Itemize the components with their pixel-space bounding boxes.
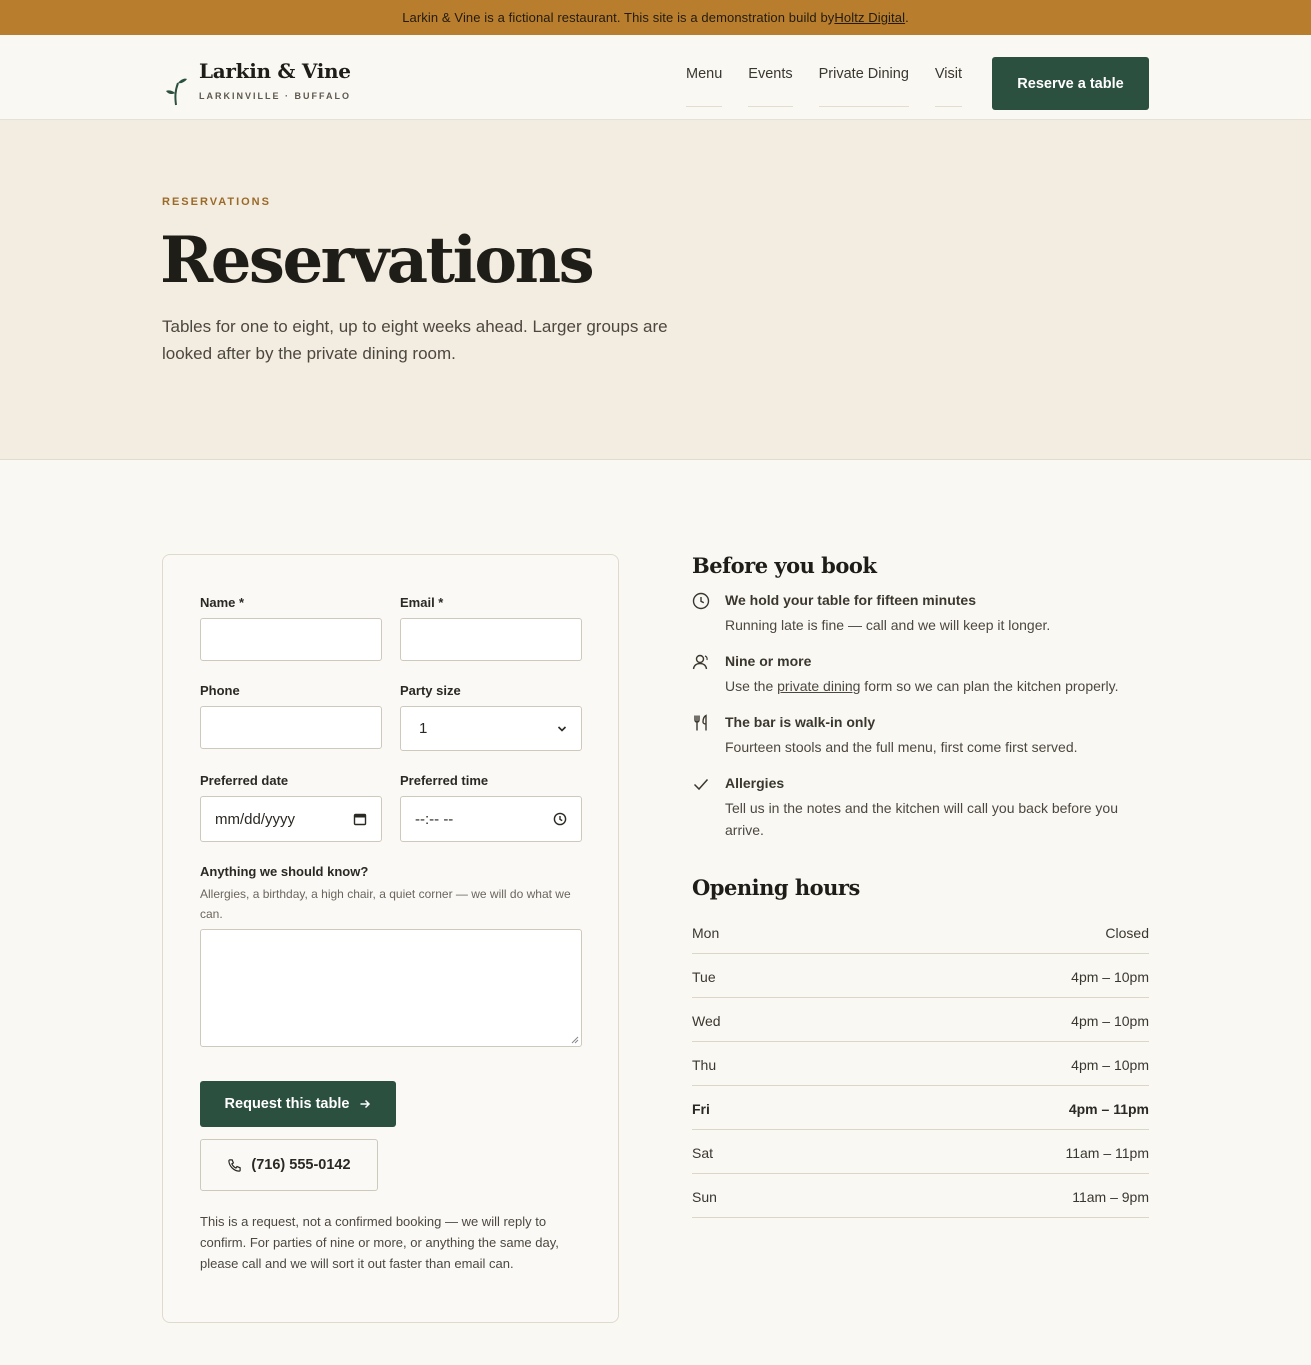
time-placeholder: --:-- -- (415, 810, 454, 828)
hours-day: Tue (692, 968, 716, 985)
before-you-book-heading: Before you book (692, 553, 877, 578)
hours-time: 4pm – 10pm (1071, 968, 1149, 985)
brand-logo[interactable]: Larkin & Vine LARKINVILLE · BUFFALO (163, 59, 351, 109)
phone-icon (228, 1158, 242, 1172)
request-table-button[interactable]: Request this table (200, 1081, 396, 1127)
tip-text: Fourteen stools and the full menu, first… (725, 739, 1078, 755)
nav-private-dining[interactable]: Private Dining (818, 35, 910, 120)
hero-eyebrow: RESERVATIONS (162, 196, 271, 208)
phone-label: Phone (200, 683, 240, 698)
call-phone-button[interactable]: (716) 555-0142 (200, 1139, 378, 1191)
hours-row: Sat 11am – 11pm (692, 1130, 1149, 1174)
date-input[interactable]: mm/dd/yyyy (200, 796, 382, 842)
utensils-icon (694, 714, 707, 731)
nav-visit[interactable]: Visit (934, 35, 963, 120)
demo-banner: Larkin & Vine is a fictional restaurant.… (0, 0, 1311, 35)
clock-icon[interactable] (553, 812, 567, 826)
tip-text: Use the private dining form so we can pl… (725, 675, 1145, 697)
date-label: Preferred date (200, 773, 289, 788)
banner-link[interactable]: Holtz Digital (834, 10, 905, 25)
tip-title: Nine or more (725, 653, 812, 669)
time-label: Preferred time (400, 773, 489, 788)
hours-day: Sun (692, 1188, 717, 1205)
brand-tagline: LARKINVILLE · BUFFALO (199, 91, 351, 101)
request-table-label: Request this table (224, 1096, 350, 1112)
opening-hours-table: Mon Closed Tue 4pm – 10pm Wed 4pm – 10pm Th… (692, 910, 1149, 1218)
hours-time: 4pm – 10pm (1071, 1056, 1149, 1073)
hours-row: Wed 4pm – 10pm (692, 998, 1149, 1042)
nav-events[interactable]: Events (748, 35, 793, 120)
hours-time: 11am – 9pm (1072, 1188, 1149, 1205)
party-size-value: 1 (419, 720, 428, 737)
hours-day: Fri (692, 1100, 710, 1117)
date-placeholder: mm/dd/yyyy (215, 810, 296, 828)
arrow-right-icon (360, 1099, 371, 1109)
brand-name: Larkin & Vine (199, 59, 351, 83)
party-size-label: Party size (400, 683, 461, 698)
tip-title: Allergies (725, 775, 785, 791)
phone-input[interactable] (200, 706, 382, 749)
chevron-down-icon (557, 724, 567, 734)
hours-row: Thu 4pm – 10pm (692, 1042, 1149, 1086)
email-input[interactable] (400, 618, 582, 661)
notes-label: Anything we should know? (200, 864, 369, 879)
tip-text-after: form so we can plan the kitchen properly… (860, 678, 1119, 694)
name-label: Name * (200, 595, 245, 610)
hours-day: Mon (692, 924, 720, 941)
check-icon (693, 778, 709, 791)
person-icon (692, 654, 708, 670)
opening-hours-heading: Opening hours (692, 875, 860, 900)
private-dining-link[interactable]: private dining (777, 678, 860, 694)
hours-time: 4pm – 10pm (1071, 1012, 1149, 1029)
party-size-select[interactable]: 1 (400, 706, 582, 751)
nav-menu[interactable]: Menu (686, 35, 723, 120)
hours-time: Closed (1105, 924, 1149, 941)
resize-handle-icon[interactable] (571, 1036, 579, 1044)
hours-time: 11am – 11pm (1065, 1144, 1149, 1161)
page-title: Reservations (160, 223, 595, 298)
tip-title: We hold your table for fifteen minutes (725, 592, 976, 608)
tip-text: Running late is fine — call and we will … (725, 617, 1051, 633)
hours-row-today: Fri 4pm – 11pm (692, 1086, 1149, 1130)
calendar-icon[interactable] (353, 812, 367, 826)
notes-textarea[interactable] (200, 929, 582, 1047)
banner-end: . (905, 10, 909, 25)
reserve-table-button[interactable]: Reserve a table (992, 57, 1149, 110)
sprout-icon (166, 78, 187, 106)
tip-text: Tell us in the notes and the kitchen wil… (725, 800, 1119, 838)
reservation-form: Name * Email * Phone Party size 1 Prefer… (162, 554, 619, 1323)
hours-day: Wed (692, 1012, 721, 1029)
main-nav: Menu Events Private Dining Visit (686, 35, 988, 120)
hero-section: RESERVATIONS Reservations Tables for one… (0, 120, 1311, 460)
tip-title: The bar is walk-in only (725, 714, 876, 730)
hours-row: Tue 4pm – 10pm (692, 954, 1149, 998)
tip-text-before: Use the (725, 678, 778, 694)
clock-icon (692, 592, 710, 610)
email-label: Email * (400, 595, 444, 610)
name-input[interactable] (200, 618, 382, 661)
booking-note: This is a request, not a confirmed booki… (200, 1214, 559, 1271)
time-input[interactable]: --:-- -- (400, 796, 582, 842)
phone-number: (716) 555-0142 (251, 1157, 351, 1173)
banner-text: Larkin & Vine is a fictional restaurant.… (402, 10, 835, 25)
hero-intro: Tables for one to eight, up to eight wee… (162, 317, 668, 363)
notes-hint: Allergies, a birthday, a high chair, a q… (200, 887, 571, 921)
hours-row: Sun 11am – 9pm (692, 1174, 1149, 1218)
hours-day: Thu (692, 1056, 717, 1073)
hours-time: 4pm – 11pm (1068, 1100, 1149, 1117)
hours-day: Sat (692, 1144, 714, 1161)
hours-row: Mon Closed (692, 910, 1149, 954)
site-header: Larkin & Vine LARKINVILLE · BUFFALO Menu… (0, 35, 1311, 120)
